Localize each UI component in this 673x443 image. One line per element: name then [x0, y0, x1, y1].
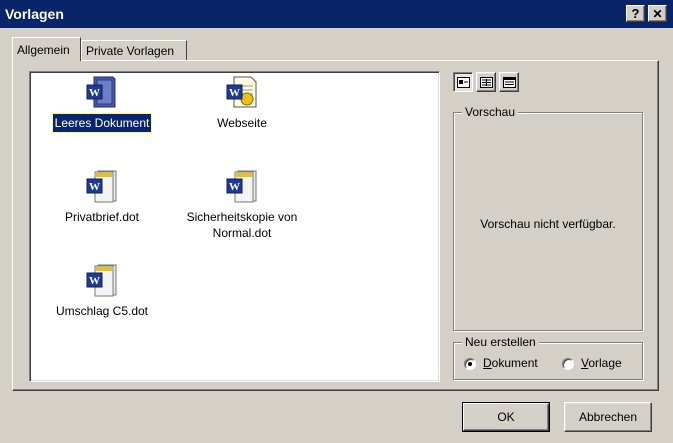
- create-new-group: Neu erstellen Dokument Vorlage: [453, 335, 643, 380]
- svg-text:W: W: [89, 87, 100, 99]
- accelerator-key: D: [483, 356, 492, 370]
- template-list[interactable]: W Leeres Dokument W Webseite W Privatbri…: [29, 71, 440, 382]
- svg-text:W: W: [89, 275, 100, 287]
- cancel-button[interactable]: Abbrechen: [564, 402, 652, 432]
- help-icon: ?: [631, 6, 640, 21]
- preview-legend: Vorschau: [462, 105, 519, 119]
- radio-dokument-label[interactable]: Dokument: [483, 356, 538, 370]
- ok-button[interactable]: OK: [462, 402, 550, 432]
- details-view-button[interactable]: [499, 72, 519, 92]
- close-icon: ✕: [652, 6, 663, 21]
- tab-allgemein[interactable]: Allgemein: [12, 37, 81, 61]
- list-view-button[interactable]: [476, 72, 496, 92]
- radio-dokument[interactable]: [464, 358, 476, 370]
- list-item-label: Privatbrief.dot: [64, 210, 140, 224]
- list-view-icon: [479, 76, 493, 88]
- word-document-icon: W: [86, 76, 116, 108]
- word-template-icon: W: [226, 170, 257, 203]
- radio-vorlage-label[interactable]: Vorlage: [581, 356, 622, 370]
- active-tab-gap: [13, 60, 80, 62]
- cancel-button-label: Abbrechen: [578, 410, 638, 424]
- svg-text:W: W: [89, 181, 100, 193]
- list-item[interactable]: W Sicherheitskopie von Normal.dot: [172, 170, 312, 242]
- list-item-label: Webseite: [217, 116, 267, 130]
- title-bar[interactable]: Vorlagen ? ✕: [0, 0, 673, 28]
- window-title: Vorlagen: [5, 6, 64, 22]
- tab-private-vorlagen[interactable]: Private Vorlagen: [81, 40, 187, 60]
- word-template-icon: W: [86, 264, 117, 297]
- preview-group: Vorschau Vorschau nicht verfügbar.: [453, 105, 643, 331]
- preview-message: Vorschau nicht verfügbar.: [480, 217, 616, 231]
- ok-button-label: OK: [497, 410, 515, 424]
- tab-allgemein-label: Allgemein: [17, 42, 70, 57]
- radio-dokument-text: okument: [491, 356, 538, 370]
- create-new-legend: Neu erstellen: [462, 335, 539, 349]
- radio-checked-dot: [468, 362, 472, 366]
- svg-text:W: W: [229, 181, 240, 193]
- word-template-icon: W: [86, 170, 117, 203]
- list-item-label: Umschlag C5.dot: [55, 304, 149, 318]
- list-item[interactable]: W Webseite: [172, 76, 312, 132]
- radio-vorlage-text: orlage: [588, 356, 622, 370]
- large-icons-view-icon: [456, 76, 470, 88]
- close-button[interactable]: ✕: [648, 5, 667, 22]
- large-icons-view-button[interactable]: [453, 72, 473, 92]
- list-item[interactable]: W Privatbrief.dot: [32, 170, 172, 226]
- tab-private-vorlagen-label: Private Vorlagen: [86, 43, 175, 58]
- list-item[interactable]: W Leeres Dokument: [32, 76, 172, 133]
- help-button[interactable]: ?: [626, 5, 645, 22]
- radio-vorlage[interactable]: [562, 358, 574, 370]
- list-item-label: Sicherheitskopie von Normal.dot: [186, 210, 298, 240]
- list-item-label: Leeres Dokument: [51, 113, 153, 133]
- details-view-icon: [502, 76, 516, 88]
- list-item[interactable]: W Umschlag C5.dot: [32, 264, 172, 320]
- word-webpage-icon: W: [226, 76, 257, 108]
- svg-text:W: W: [229, 87, 240, 99]
